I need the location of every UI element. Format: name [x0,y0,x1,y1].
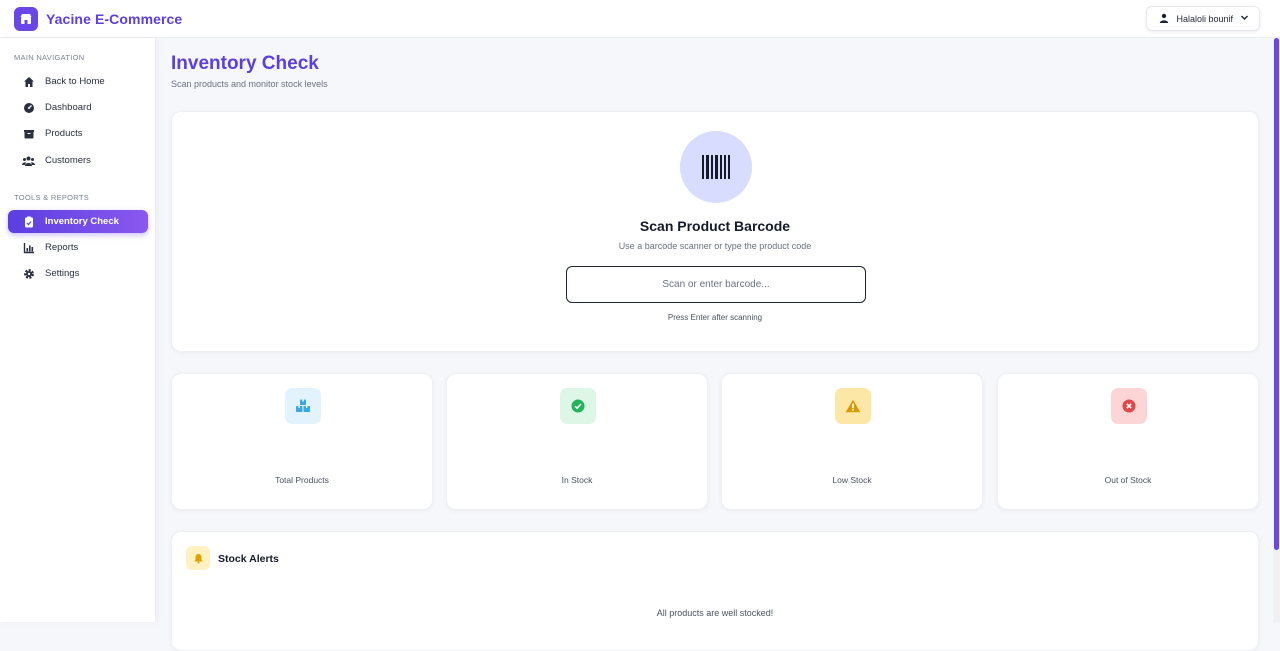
boxes-icon [285,388,321,424]
home-icon [22,75,35,88]
sidebar-item-products[interactable]: Products [8,122,148,145]
sidebar-item-label: Dashboard [45,102,92,113]
dashboard-icon [22,101,35,114]
barcode-scanner-card: Scan Product Barcode Use a barcode scann… [171,111,1259,352]
scanner-hint: Press Enter after scanning [667,313,763,322]
user-icon [1159,13,1169,25]
sidebar-item-reports[interactable]: Reports [8,236,148,259]
sidebar-item-label: Reports [45,242,79,253]
sidebar-item-inventory-check[interactable]: Inventory Check [8,210,148,233]
stat-card-out-of-stock: Out of Stock [997,373,1259,510]
chevron-down-icon [1240,13,1249,24]
app-title: Yacine E-Commerce [46,10,183,27]
user-name: Halaloli bounif [1176,13,1233,24]
page-subtitle: Scan products and monitor stock levels [171,79,328,89]
stat-label: Total Products [275,475,329,485]
users-icon [22,154,35,167]
sidebar-item-label: Customers [45,155,91,166]
nav-section-title: MAIN NAVIGATION [14,53,85,62]
sidebar-item-label: Back to Home [45,76,105,87]
stock-alerts-title: Stock Alerts [218,553,279,565]
scanner-title: Scan Product Barcode [639,218,791,234]
barcode-icon [680,131,752,203]
top-bar: Yacine E-Commerce Halaloli bounif [0,0,1280,38]
stat-label: Low Stock [832,475,872,485]
sidebar-item-back-to-home[interactable]: Back to Home [8,70,148,93]
page-title: Inventory Check [171,53,319,74]
barcode-input[interactable] [566,266,866,303]
page-scrollbar[interactable] [1273,38,1280,622]
sidebar-item-label: Inventory Check [45,216,119,227]
sidebar: MAIN NAVIGATION Back to Home Dashboard P… [0,38,156,622]
warning-icon [835,388,871,424]
bell-icon [186,546,210,570]
sidebar-item-settings[interactable]: Settings [8,262,148,285]
chart-icon [22,241,35,254]
nav-section-title: TOOLS & REPORTS [14,193,90,202]
x-circle-icon [1111,388,1147,424]
stock-alerts-empty-message: All products are well stocked! [656,608,774,618]
sidebar-item-customers[interactable]: Customers [8,149,148,172]
brand[interactable]: Yacine E-Commerce [14,6,183,31]
stat-card-low-stock: Low Stock [721,373,983,510]
stock-alerts-card: Stock Alerts All products are well stock… [171,531,1259,651]
stat-label: In Stock [561,475,593,485]
scrollbar-thumb[interactable] [1274,38,1279,550]
stat-card-total-products: Total Products [171,373,433,510]
store-icon [14,6,38,31]
clipboard-check-icon [22,215,35,228]
check-circle-icon [560,388,596,424]
box-icon [22,127,35,140]
stat-label: Out of Stock [1104,475,1152,485]
user-menu-button[interactable]: Halaloli bounif [1146,6,1260,31]
sidebar-item-label: Settings [45,268,80,279]
scanner-subtitle: Use a barcode scanner or type the produc… [618,241,812,251]
sidebar-item-label: Products [45,128,83,139]
sidebar-item-dashboard[interactable]: Dashboard [8,96,148,119]
stat-card-in-stock: In Stock [446,373,708,510]
gear-icon [22,267,35,280]
